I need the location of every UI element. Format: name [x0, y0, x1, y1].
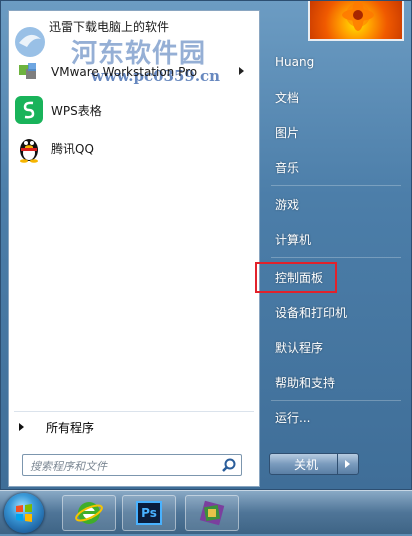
photoshop-icon-text: Ps [141, 506, 157, 520]
search-placeholder: 搜索程序和文件 [30, 460, 107, 473]
taskbar-winrar[interactable] [185, 495, 239, 531]
program-item-vmware[interactable]: VMware Workstation Pro [14, 57, 252, 87]
qq-penguin-icon [14, 133, 44, 163]
vmware-icon [14, 57, 44, 87]
right-panel: Huang 文档 图片 音乐 游戏 计算机 控制面板 设备和打印机 默认程序 帮… [263, 1, 412, 491]
right-item-label: 计算机 [275, 232, 312, 247]
watermark-logo-icon [15, 27, 45, 57]
recent-item-partial[interactable]: 迅雷下载电脑上的软件 [49, 18, 169, 35]
program-label: 腾讯QQ [51, 141, 94, 156]
program-label: VMware Workstation Pro [51, 65, 198, 79]
all-programs-button[interactable]: 所有程序 [19, 417, 94, 437]
right-item-label: 游戏 [275, 197, 300, 212]
shutdown-label: 关机 [293, 457, 318, 472]
right-item-label: 默认程序 [275, 340, 324, 355]
right-item-computer[interactable]: 计算机 [275, 227, 311, 251]
right-item-music[interactable]: 音乐 [275, 155, 299, 179]
divider [271, 400, 401, 401]
internet-explorer-icon [75, 502, 103, 524]
right-item-label: 图片 [275, 125, 300, 140]
right-item-devices-printers[interactable]: 设备和打印机 [275, 300, 347, 324]
right-item-documents[interactable]: 文档 [275, 85, 299, 109]
right-item-pictures[interactable]: 图片 [275, 120, 299, 144]
right-item-label: 音乐 [275, 160, 300, 175]
search-input[interactable]: 搜索程序和文件 [22, 454, 242, 476]
wps-spreadsheet-icon [14, 95, 44, 125]
chevron-right-icon [345, 460, 350, 468]
right-item-help-support[interactable]: 帮助和支持 [275, 370, 335, 394]
photoshop-icon: Ps [136, 501, 162, 525]
submenu-arrow-icon[interactable] [239, 67, 244, 75]
program-list-panel: 河东软件园 www.pc0359.cn 迅雷下载电脑上的软件 VMware Wo… [8, 10, 260, 487]
right-item-label: 文档 [275, 90, 300, 105]
shutdown-options-button[interactable] [337, 453, 357, 475]
winrar-icon [199, 500, 225, 526]
right-item-default-programs[interactable]: 默认程序 [275, 335, 323, 359]
start-orb-button[interactable] [4, 493, 44, 533]
start-menu: 河东软件园 www.pc0359.cn 迅雷下载电脑上的软件 VMware Wo… [0, 0, 412, 490]
divider [271, 257, 401, 258]
right-item-label: 运行... [275, 410, 311, 425]
program-label: WPS表格 [51, 103, 102, 118]
taskbar-photoshop[interactable]: Ps [122, 495, 176, 531]
program-item-qq[interactable]: 腾讯QQ [14, 133, 252, 163]
arrow-right-icon [19, 423, 24, 431]
taskbar: Ps [0, 490, 412, 534]
program-item-wps[interactable]: WPS表格 [14, 95, 252, 125]
divider [271, 185, 401, 186]
divider [14, 411, 254, 412]
right-item-label: Huang [275, 55, 315, 69]
start-orb-icon [16, 504, 32, 522]
right-item-label: 帮助和支持 [275, 375, 336, 390]
right-item-user[interactable]: Huang [275, 50, 314, 74]
right-item-games[interactable]: 游戏 [275, 192, 299, 216]
right-item-label: 设备和打印机 [275, 305, 348, 320]
search-icon[interactable] [221, 457, 237, 473]
all-programs-label: 所有程序 [46, 420, 95, 435]
highlight-box [255, 262, 337, 293]
taskbar-ie[interactable] [62, 495, 116, 531]
right-item-run[interactable]: 运行... [275, 405, 310, 429]
